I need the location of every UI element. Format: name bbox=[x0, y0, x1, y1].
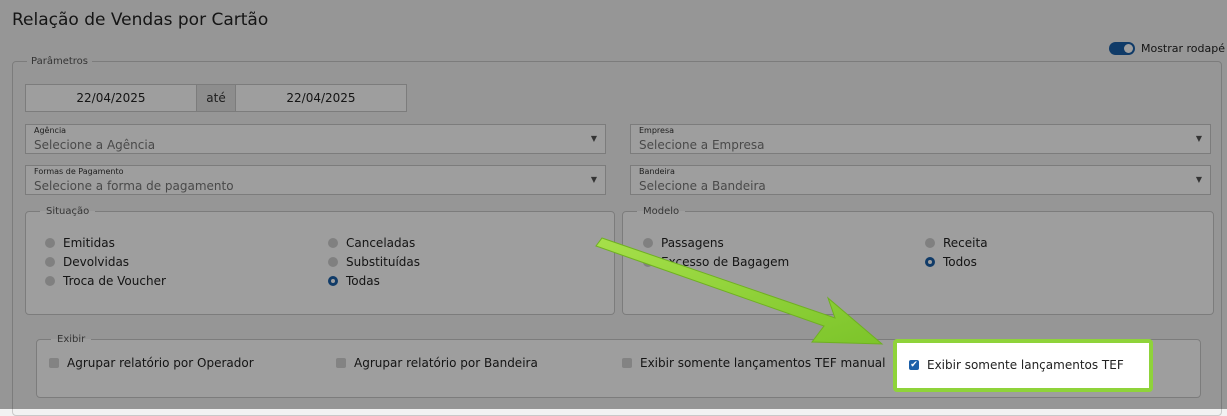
bandeira-select[interactable]: Bandeira Selecione a Bandeira ▼ bbox=[630, 165, 1211, 195]
checkbox-label: Exibir somente lançamentos TEF bbox=[927, 358, 1124, 372]
radio-label: Substituídas bbox=[346, 255, 420, 269]
empresa-placeholder: Selecione a Empresa bbox=[639, 138, 765, 152]
exibir-legend: Exibir bbox=[57, 334, 86, 345]
radio-label: Passagens bbox=[661, 236, 724, 250]
radio-selected-icon bbox=[328, 276, 338, 286]
radio-label: Canceladas bbox=[346, 236, 416, 250]
radio-selected-icon bbox=[925, 257, 935, 267]
date-from-input[interactable]: 22/04/2025 bbox=[26, 85, 196, 111]
caret-down-icon: ▼ bbox=[590, 134, 597, 143]
footer-toggle[interactable]: Mostrar rodapé bbox=[1108, 42, 1225, 55]
modelo-legend: Modelo bbox=[643, 206, 680, 217]
formas-pagamento-select[interactable]: Formas de Pagamento Selecione a forma de… bbox=[25, 165, 606, 195]
toggle-knob bbox=[1123, 44, 1133, 53]
checkbox-icon bbox=[336, 358, 346, 368]
radio-todas[interactable]: Todas bbox=[328, 274, 380, 288]
radio-excesso-bagagem[interactable]: Excesso de Bagagem bbox=[643, 255, 789, 269]
caret-down-icon: ▼ bbox=[1195, 175, 1202, 184]
formas-label: Formas de Pagamento bbox=[34, 167, 124, 176]
date-to-input[interactable]: 22/04/2025 bbox=[236, 85, 406, 111]
checkbox-label: Agrupar relatório por Operador bbox=[67, 356, 254, 370]
check-tef[interactable]: ✔ Exibir somente lançamentos TEF bbox=[909, 358, 1124, 372]
situacao-legend: Situação bbox=[46, 206, 90, 217]
radio-receita[interactable]: Receita bbox=[925, 236, 988, 250]
date-range: 22/04/2025 até 22/04/2025 bbox=[25, 84, 407, 112]
agencia-label: Agência bbox=[34, 126, 67, 135]
check-agrupar-bandeira[interactable]: Agrupar relatório por Bandeira bbox=[336, 356, 538, 370]
page-title: Relação de Vendas por Cartão bbox=[12, 10, 269, 30]
agencia-placeholder: Selecione a Agência bbox=[34, 138, 156, 152]
radio-icon bbox=[45, 238, 55, 248]
radio-label: Todos bbox=[943, 255, 977, 269]
radio-canceladas[interactable]: Canceladas bbox=[328, 236, 415, 250]
radio-devolvidas[interactable]: Devolvidas bbox=[45, 255, 129, 269]
empresa-label: Empresa bbox=[639, 126, 675, 135]
checkbox-label: Exibir somente lançamentos TEF manual bbox=[640, 356, 886, 370]
footer-toggle-label: Mostrar rodapé bbox=[1140, 42, 1225, 55]
radio-icon bbox=[643, 238, 653, 248]
radio-troca-voucher[interactable]: Troca de Voucher bbox=[45, 274, 166, 288]
radio-label: Excesso de Bagagem bbox=[661, 255, 790, 269]
radio-label: Devolvidas bbox=[63, 255, 130, 269]
check-agrupar-operador[interactable]: Agrupar relatório por Operador bbox=[49, 356, 254, 370]
radio-icon bbox=[328, 257, 338, 267]
checkbox-label: Agrupar relatório por Bandeira bbox=[354, 356, 538, 370]
checkbox-icon bbox=[622, 358, 632, 368]
caret-down-icon: ▼ bbox=[1195, 134, 1202, 143]
radio-todos[interactable]: Todos bbox=[925, 255, 977, 269]
radio-emitidas[interactable]: Emitidas bbox=[45, 236, 115, 250]
agencia-select[interactable]: Agência Selecione a Agência ▼ bbox=[25, 124, 606, 154]
radio-label: Todas bbox=[346, 274, 380, 288]
radio-substituidas[interactable]: Substituídas bbox=[328, 255, 420, 269]
radio-icon bbox=[925, 238, 935, 248]
checkbox-checked-icon: ✔ bbox=[909, 360, 919, 370]
bandeira-placeholder: Selecione a Bandeira bbox=[639, 179, 766, 193]
caret-down-icon: ▼ bbox=[590, 175, 597, 184]
params-legend: Parâmetros bbox=[31, 56, 88, 67]
radio-label: Emitidas bbox=[63, 236, 115, 250]
radio-icon bbox=[328, 238, 338, 248]
empresa-select[interactable]: Empresa Selecione a Empresa ▼ bbox=[630, 124, 1211, 154]
radio-icon bbox=[643, 257, 653, 267]
radio-label: Troca de Voucher bbox=[63, 274, 166, 288]
radio-icon bbox=[45, 257, 55, 267]
radio-label: Receita bbox=[943, 236, 988, 250]
bandeira-label: Bandeira bbox=[639, 167, 675, 176]
highlight-box: ✔ Exibir somente lançamentos TEF bbox=[893, 339, 1153, 392]
date-separator: até bbox=[196, 85, 236, 111]
toggle-switch[interactable] bbox=[1108, 42, 1135, 55]
formas-placeholder: Selecione a forma de pagamento bbox=[34, 179, 234, 193]
radio-icon bbox=[45, 276, 55, 286]
checkbox-icon bbox=[49, 358, 59, 368]
radio-passagens[interactable]: Passagens bbox=[643, 236, 724, 250]
check-tef-manual[interactable]: Exibir somente lançamentos TEF manual bbox=[622, 356, 886, 370]
